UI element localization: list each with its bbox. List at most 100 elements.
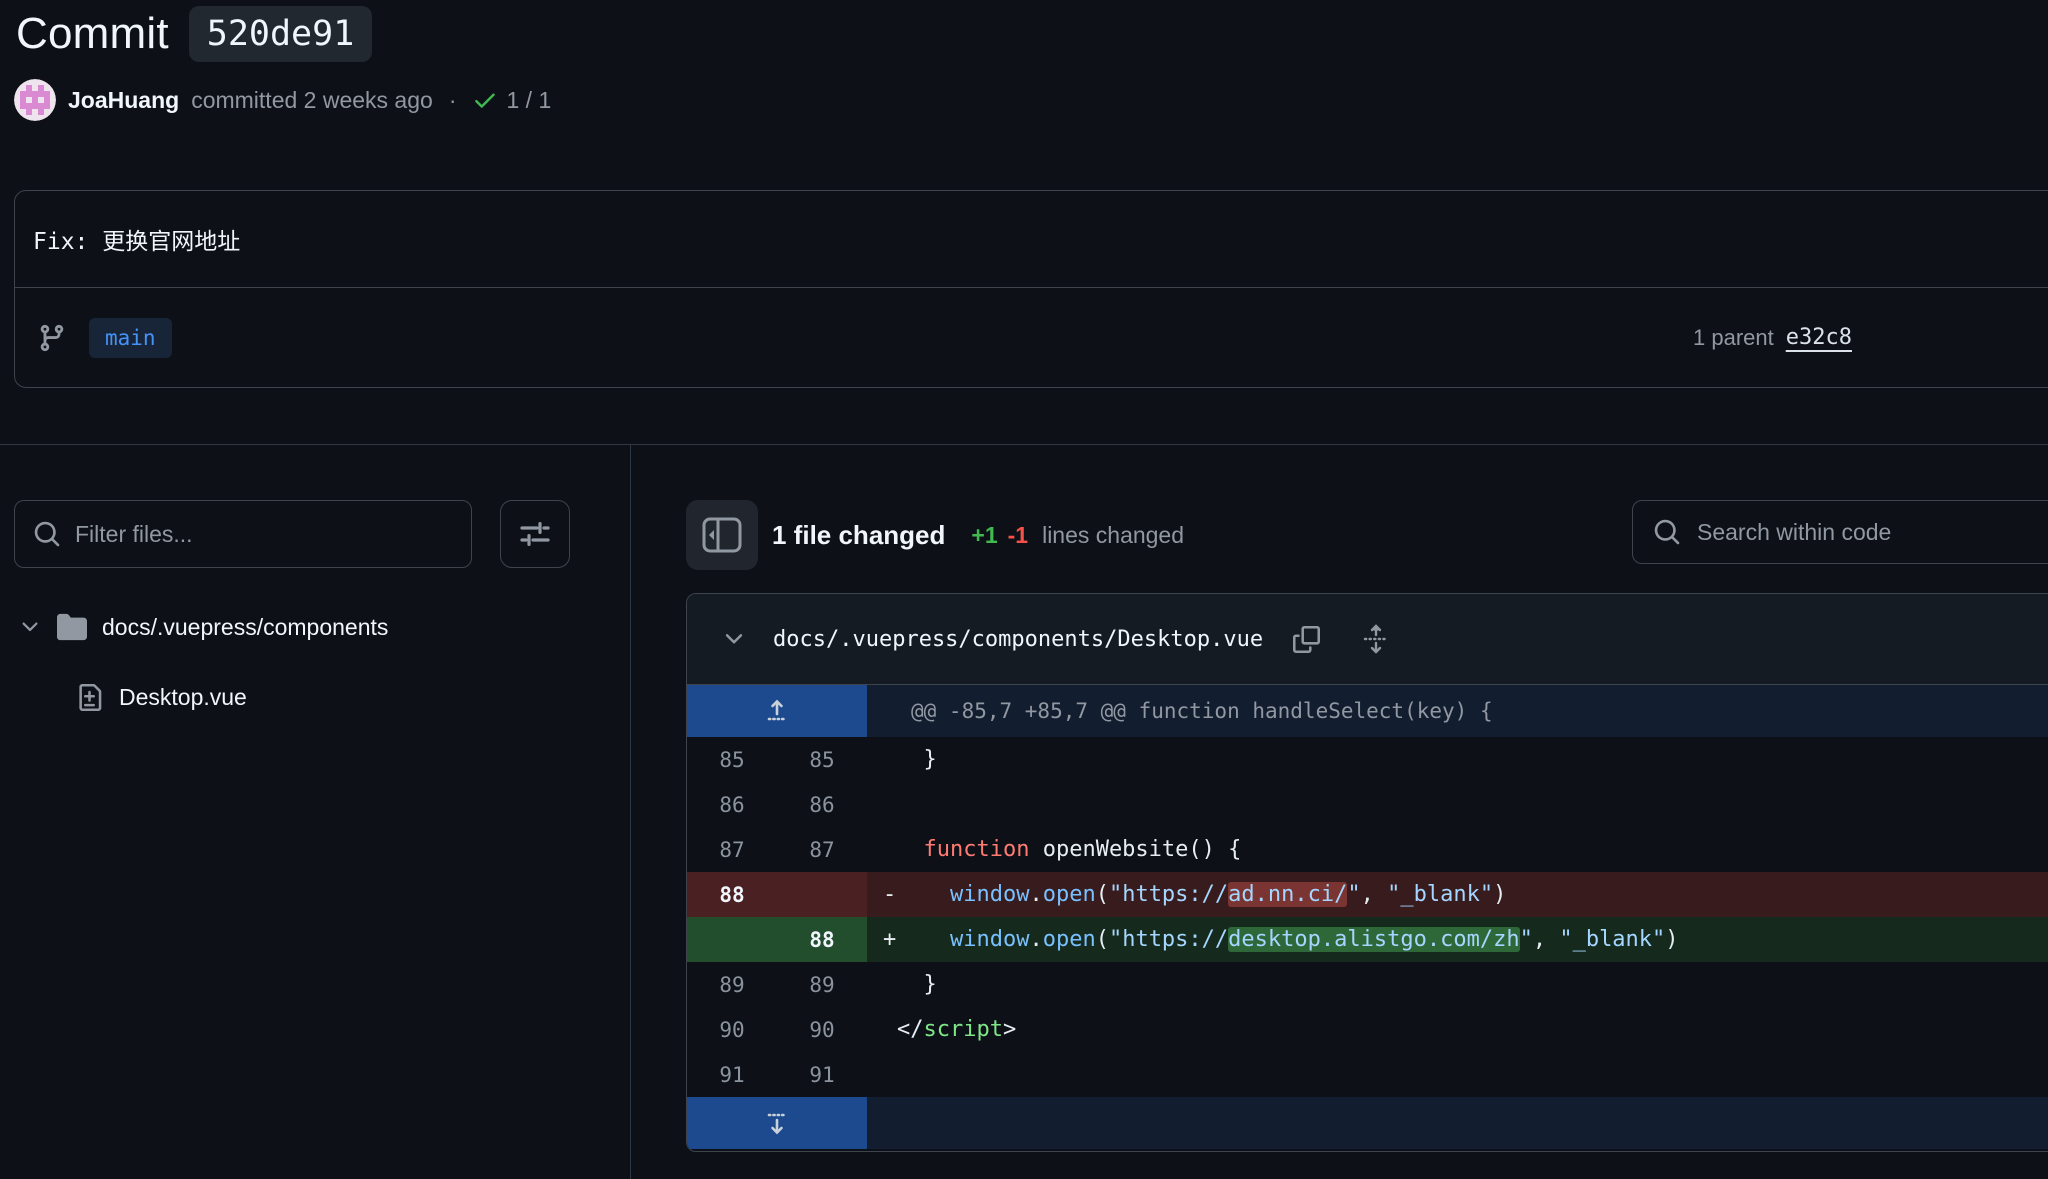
checks-status[interactable]: 1 / 1	[472, 87, 551, 114]
sidebar-item-file[interactable]: Desktop.vue	[76, 670, 247, 724]
search-within-code-input[interactable]	[1697, 519, 2048, 546]
sidebar-divider	[630, 445, 631, 1179]
dot-separator: ·	[449, 87, 457, 114]
commit-title-label: Commit	[16, 9, 169, 59]
avatar[interactable]	[14, 79, 56, 121]
diff-stats: 1 file changed +1 -1 lines changed	[772, 500, 1184, 570]
deletions-count: -1	[1008, 522, 1028, 549]
diff-file-header: docs/.vuepress/components/Desktop.vue	[687, 594, 2048, 685]
line-number-new[interactable]: 87	[777, 827, 867, 872]
search-within-code-box	[1632, 500, 2048, 564]
page-title: Commit 520de91	[16, 6, 372, 62]
diff-row: 8787 function openWebsite() {	[687, 827, 2048, 872]
folder-label: docs/.vuepress/components	[102, 614, 388, 641]
diff-row: 9191	[687, 1052, 2048, 1097]
line-number-new[interactable]: 88	[777, 917, 867, 962]
line-number-new[interactable]: 89	[777, 962, 867, 1007]
additions-count: +1	[971, 522, 997, 549]
sidebar-item-folder[interactable]: docs/.vuepress/components	[18, 600, 388, 654]
commit-sha-chip: 520de91	[189, 6, 373, 62]
chevron-down-icon	[721, 626, 747, 652]
line-number-new[interactable]: 85	[777, 737, 867, 782]
code-line: function openWebsite() {	[867, 827, 2048, 872]
diff-row: 8989 }	[687, 962, 2048, 1007]
diff-row: 8686	[687, 782, 2048, 827]
copy-icon	[1293, 626, 1320, 653]
branch-row: main 1 parent e32c8	[15, 288, 2048, 387]
code-line: + window.open("https://desktop.alistgo.c…	[867, 917, 2048, 962]
git-branch-icon	[37, 323, 67, 353]
files-changed-label: 1 file changed	[772, 520, 945, 551]
code-text: }	[897, 962, 937, 1007]
code-text: }	[897, 737, 937, 782]
expand-up-icon	[762, 696, 792, 726]
horizontal-divider	[0, 444, 2048, 445]
commit-action-text: committed 2 weeks ago	[191, 87, 433, 114]
diff-marker: +	[867, 927, 897, 952]
copy-path-button[interactable]	[1293, 626, 1320, 653]
collapse-sidebar-button[interactable]	[686, 500, 758, 570]
line-number-old[interactable]: 90	[687, 1007, 777, 1052]
diff-row: 9090 </script>	[687, 1007, 2048, 1052]
expand-down-icon	[762, 1108, 792, 1138]
commit-message: Fix: 更换官网地址	[33, 222, 240, 256]
code-text: </script>	[897, 1007, 1016, 1052]
parent-sha-link[interactable]: e32c8	[1786, 325, 1852, 350]
commit-message-row: Fix: 更换官网地址	[15, 191, 2048, 288]
line-number-old[interactable]: 86	[687, 782, 777, 827]
file-diff-icon	[76, 684, 103, 711]
hunk-header-row: @@ -85,7 +85,7 @@ function handleSelect(…	[687, 685, 2048, 737]
code-text: function openWebsite() {	[897, 827, 1241, 872]
expand-bottom-row	[687, 1097, 2048, 1149]
expand-all-button[interactable]	[1362, 624, 1390, 654]
code-line: - window.open("https://ad.nn.ci/", "_bla…	[867, 872, 2048, 917]
file-collapse-chevron[interactable]	[721, 626, 747, 652]
diff-row: 8585 }	[687, 737, 2048, 782]
sliders-icon	[519, 518, 551, 550]
line-number-old[interactable]	[687, 917, 777, 962]
diff-row: 88 - window.open("https://ad.nn.ci/", "_b…	[687, 872, 2048, 917]
check-icon	[472, 87, 498, 113]
file-tree-options-button[interactable]	[500, 500, 570, 568]
diff-row: 88+ window.open("https://desktop.alistgo…	[687, 917, 2048, 962]
diff-filename[interactable]: docs/.vuepress/components/Desktop.vue	[773, 627, 1263, 652]
parent-label: 1 parent	[1693, 325, 1774, 351]
search-icon	[1653, 518, 1681, 546]
expand-up-button[interactable]	[687, 685, 867, 737]
code-line	[867, 782, 2048, 827]
expand-bottom-filler	[867, 1097, 911, 1149]
parent-info: 1 parent e32c8	[1693, 288, 1852, 387]
hunk-header-text: @@ -85,7 +85,7 @@ function handleSelect(…	[867, 685, 1493, 737]
line-number-new[interactable]: 90	[777, 1007, 867, 1052]
code-line: }	[867, 962, 2048, 1007]
line-number-old[interactable]: 89	[687, 962, 777, 1007]
line-number-new[interactable]: 91	[777, 1052, 867, 1097]
code-text: window.open("https://ad.nn.ci/", "_blank…	[897, 872, 1506, 917]
panel-collapse-icon	[702, 517, 742, 553]
diff-card: docs/.vuepress/components/Desktop.vue @@…	[686, 593, 2048, 1152]
code-line: }	[867, 737, 2048, 782]
line-number-old[interactable]: 87	[687, 827, 777, 872]
filter-files-input[interactable]	[75, 521, 471, 548]
commit-box: Fix: 更换官网地址 main 1 parent e32c8	[14, 190, 2048, 388]
diff-rows: 8585 }86868787 function openWebsite() {8…	[687, 737, 2048, 1097]
folder-icon	[57, 612, 87, 642]
expand-down-button[interactable]	[687, 1097, 867, 1149]
lines-changed-label: lines changed	[1042, 522, 1184, 549]
commit-author-row: JoaHuang committed 2 weeks ago · 1 / 1	[14, 78, 551, 122]
unfold-icon	[1362, 624, 1390, 654]
chevron-down-icon[interactable]	[18, 615, 42, 639]
line-number-old[interactable]: 88	[687, 872, 777, 917]
code-line	[867, 1052, 2048, 1097]
code-line: </script>	[867, 1007, 2048, 1052]
checks-count: 1 / 1	[506, 87, 551, 114]
search-icon	[33, 520, 61, 548]
filter-files-box	[14, 500, 472, 568]
line-number-new[interactable]	[777, 872, 867, 917]
line-number-new[interactable]: 86	[777, 782, 867, 827]
author-name[interactable]: JoaHuang	[68, 87, 179, 114]
line-number-old[interactable]: 91	[687, 1052, 777, 1097]
file-label: Desktop.vue	[119, 684, 247, 711]
line-number-old[interactable]: 85	[687, 737, 777, 782]
branch-badge[interactable]: main	[89, 318, 172, 358]
